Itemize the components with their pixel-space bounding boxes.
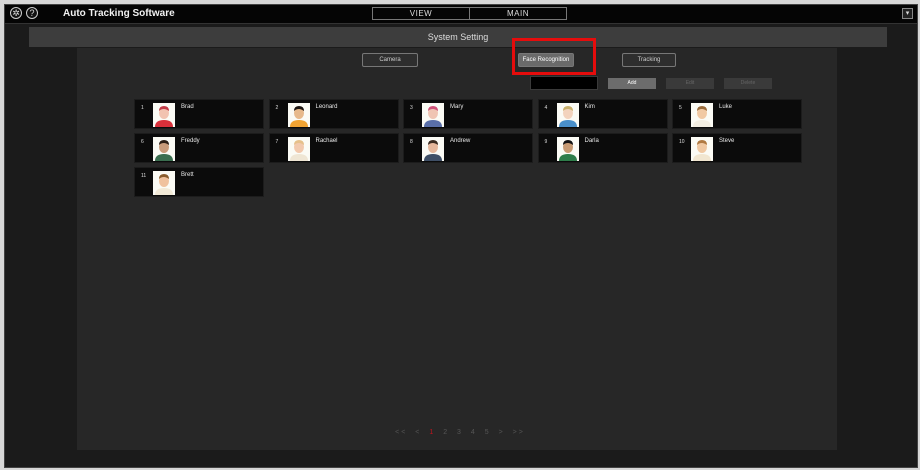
face-card[interactable]: 1 Brad (134, 99, 264, 129)
face-card[interactable]: 6 Freddy (134, 133, 264, 163)
face-name: Freddy (181, 138, 200, 144)
face-name: Rachael (315, 138, 338, 144)
face-card[interactable]: 10 Steve (672, 133, 802, 163)
gear-icon[interactable]: ✲ (10, 7, 22, 19)
face-thumbnail (422, 137, 444, 161)
face-card[interactable]: 9 Darla (537, 133, 668, 163)
tab-view[interactable]: VIEW (373, 8, 470, 19)
window-menu-icon[interactable]: ▾ (902, 8, 913, 19)
face-thumbnail (287, 137, 310, 161)
help-icon[interactable]: ? (26, 7, 38, 19)
face-number: 2 (275, 105, 279, 111)
app-title: Auto Tracking Software (63, 8, 175, 19)
tab-tracking[interactable]: Tracking (622, 53, 676, 67)
delete-button[interactable]: Delete (724, 78, 772, 89)
face-card[interactable]: 5 Luke (672, 99, 802, 129)
face-name: Steve (719, 138, 735, 144)
face-number: 8 (410, 139, 413, 145)
title-bar: ✲ ? Auto Tracking Software VIEW MAIN ▾ (5, 5, 917, 24)
tab-main[interactable]: MAIN (470, 8, 566, 19)
first-page-button[interactable]: << (395, 429, 407, 436)
page-title: System Setting (29, 27, 887, 47)
face-thumbnail (422, 103, 444, 127)
face-number: 9 (544, 139, 548, 145)
face-thumbnail (153, 171, 175, 195)
face-thumbnail (287, 103, 310, 127)
face-card[interactable]: 4 Kim (537, 99, 668, 129)
face-thumbnail (556, 103, 579, 127)
page-5[interactable]: 5 (485, 429, 491, 436)
face-name: Luke (719, 104, 733, 110)
face-thumbnail (556, 137, 579, 161)
last-page-button[interactable]: >> (513, 429, 525, 436)
face-name: Leonard (315, 104, 338, 110)
face-name: Kim (584, 104, 595, 110)
face-card[interactable]: 7 Rachael (268, 133, 399, 163)
page-2[interactable]: 2 (443, 429, 449, 436)
face-card[interactable]: 11 Brett (134, 167, 264, 197)
page-3[interactable]: 3 (457, 429, 463, 436)
face-number: 11 (141, 173, 147, 179)
face-card[interactable]: 3 Mary (403, 99, 533, 129)
page-1[interactable]: 1 (429, 429, 435, 436)
app-window: ✲ ? Auto Tracking Software VIEW MAIN ▾ S… (4, 4, 918, 468)
face-thumbnail (691, 103, 713, 127)
edit-button[interactable]: Edit (666, 78, 714, 89)
highlight-annotation (512, 38, 596, 75)
face-name: Darla (584, 138, 599, 144)
face-number: 4 (544, 105, 548, 111)
search-input[interactable] (530, 76, 598, 90)
face-thumbnail (153, 103, 175, 127)
face-name: Brett (181, 172, 194, 178)
face-name: Brad (181, 104, 194, 110)
prev-page-button[interactable]: < (415, 429, 421, 436)
face-number: 7 (275, 139, 279, 145)
face-number: 10 (679, 139, 685, 145)
tab-camera[interactable]: Camera (362, 53, 418, 67)
face-number: 5 (679, 105, 682, 111)
face-number: 3 (410, 105, 413, 111)
face-card[interactable]: 8 Andrew (403, 133, 533, 163)
face-name: Andrew (450, 138, 471, 144)
face-thumbnail (691, 137, 713, 161)
face-card[interactable]: 2 Leonard (268, 99, 399, 129)
face-number: 6 (141, 139, 144, 145)
face-number: 1 (141, 105, 144, 111)
face-name: Mary (450, 104, 464, 110)
page-4[interactable]: 4 (471, 429, 477, 436)
mode-tabs: VIEW MAIN (372, 7, 567, 20)
add-button[interactable]: Add (608, 78, 656, 89)
next-page-button[interactable]: > (499, 429, 505, 436)
face-thumbnail (153, 137, 175, 161)
pagination: << < 1 2 3 4 5 > >> (0, 429, 920, 436)
